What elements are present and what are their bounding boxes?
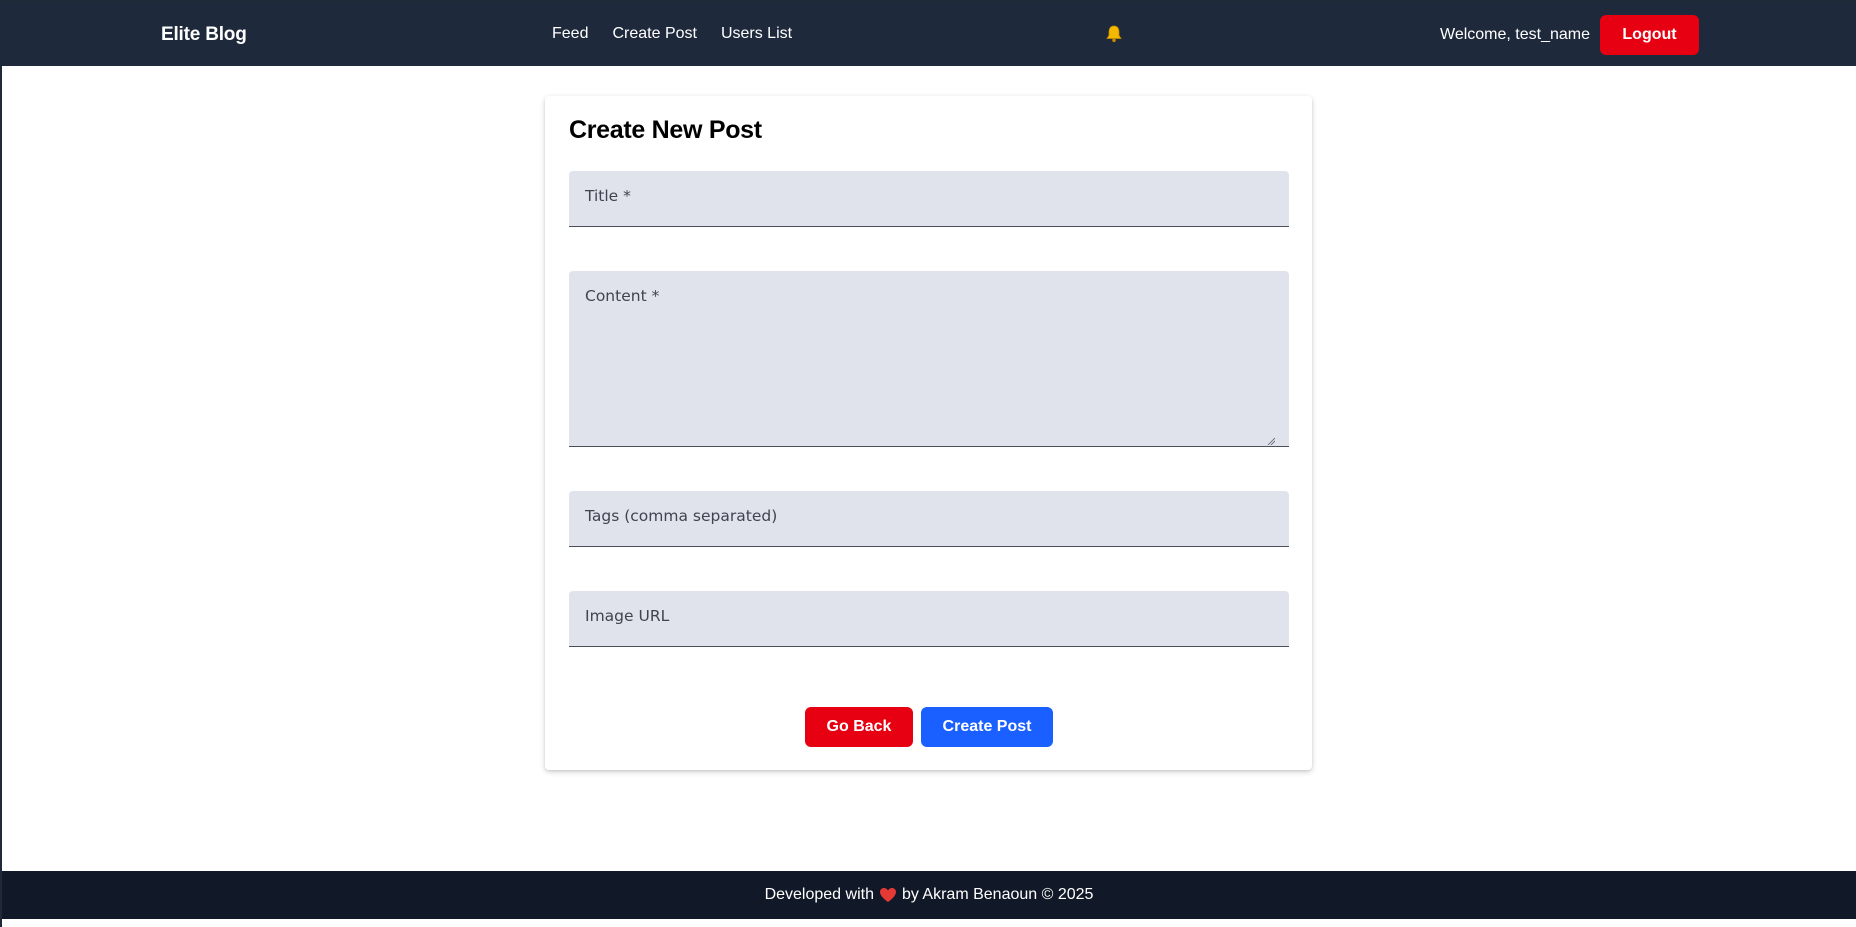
create-post-card: Create New Post Title * Content * Tags (… [545, 96, 1312, 770]
logout-button[interactable]: Logout [1600, 15, 1699, 55]
brand-logo[interactable]: Elite Blog [161, 2, 247, 66]
page-title: Create New Post [569, 116, 762, 144]
nav-link-users-list[interactable]: Users List [721, 25, 792, 43]
nav-link-feed[interactable]: Feed [552, 25, 588, 43]
go-back-button[interactable]: Go Back [805, 707, 913, 747]
footer: Developed with by Akram Benaoun © 2025 [2, 871, 1856, 919]
content-field-label: Content * [585, 287, 660, 305]
footer-prefix: Developed with [764, 886, 874, 903]
image-url-field[interactable]: Image URL [569, 591, 1289, 647]
title-field-label: Title * [585, 187, 631, 205]
tags-field-label: Tags (comma separated) [585, 507, 778, 525]
tags-field[interactable]: Tags (comma separated) [569, 491, 1289, 547]
resize-handle-icon[interactable] [1267, 432, 1276, 446]
nav-links: Feed Create Post Users List [552, 2, 792, 66]
create-post-button[interactable]: Create Post [921, 707, 1053, 747]
welcome-text: Welcome, test_name [1440, 26, 1590, 43]
nav-link-create-post[interactable]: Create Post [612, 25, 696, 43]
bell-icon[interactable] [1104, 24, 1124, 44]
image-url-field-label: Image URL [585, 607, 670, 625]
footer-suffix: by Akram Benaoun © 2025 [901, 886, 1094, 903]
content-field[interactable]: Content * [569, 271, 1289, 447]
navbar: Elite Blog Feed Create Post Users List W… [2, 2, 1856, 66]
bottom-strip [2, 919, 1856, 927]
title-field[interactable]: Title * [569, 171, 1289, 227]
heart-icon [879, 887, 897, 903]
